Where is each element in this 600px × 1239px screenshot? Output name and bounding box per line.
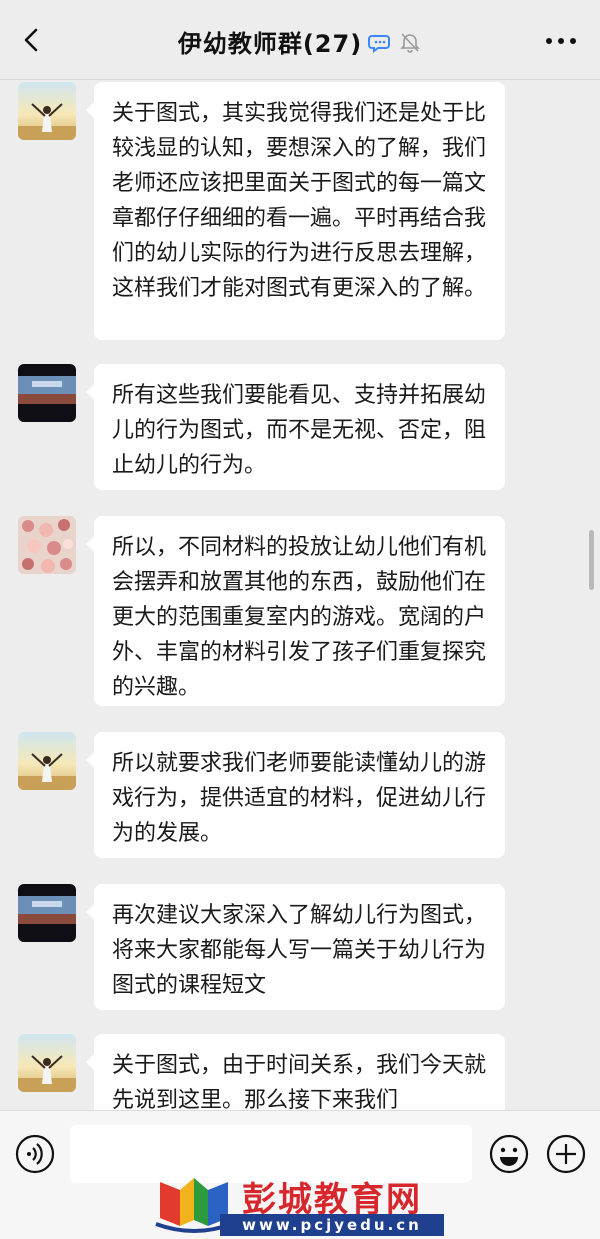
avatar-flowers-icon[interactable] (18, 516, 76, 574)
scrollbar[interactable] (589, 530, 594, 590)
plus-icon[interactable] (545, 1133, 587, 1175)
voice-input-icon[interactable] (14, 1133, 56, 1175)
avatar-landscape-dark-icon[interactable] (18, 884, 76, 942)
avatar-girl-sunset-icon[interactable] (18, 82, 76, 140)
chat-header: 伊幼教师群(27) (0, 0, 600, 80)
message-bubble[interactable]: 关于图式，其实我觉得我们还是处于比较浅显的认知，要想深入的了解，我们老师还应该把… (86, 82, 505, 340)
message-bubble[interactable]: 所以，不同材料的投放让幼儿他们有机会摆弄和放置其他的东西，鼓励他们在更大的范围重… (86, 516, 505, 706)
chat-title: 伊幼教师群(27) (177, 30, 363, 58)
watermark-url: www.pcjyedu.cn (220, 1214, 444, 1236)
message-bubble[interactable]: 所以就要求我们老师要能读懂幼儿的游戏行为，提供适宜的材料，促进幼儿行为的发展。 (86, 732, 505, 858)
mute-bell-icon (400, 32, 421, 53)
message-bubble[interactable]: 所有这些我们要能看见、支持并拓展幼儿的行为图式，而不是无视、否定，阻止幼儿的行为… (86, 364, 505, 490)
message-bubble[interactable]: 再次建议大家深入了解幼儿行为图式，将来大家都能每人写一篇关于幼儿行为图式的课程短… (86, 884, 505, 1010)
emoji-icon[interactable] (488, 1133, 530, 1175)
avatar-landscape-dark-icon[interactable] (18, 364, 76, 422)
avatar-girl-sunset-icon[interactable] (18, 732, 76, 790)
more-dots-icon[interactable] (544, 31, 578, 51)
avatar-girl-sunset-icon[interactable] (18, 1034, 76, 1092)
chat-title-area: 伊幼教师群(27) (0, 24, 600, 59)
group-chat-badge-icon (368, 34, 391, 53)
message-list[interactable]: 关于图式，其实我觉得我们还是处于比较浅显的认知，要想深入的了解，我们老师还应该把… (0, 80, 600, 1110)
message-bubble[interactable]: 关于图式，由于时间关系，我们今天就先说到这里。那么接下来我们 (86, 1034, 505, 1110)
watermark: 彭城教育网 www.pcjyedu.cn (150, 1168, 450, 1236)
